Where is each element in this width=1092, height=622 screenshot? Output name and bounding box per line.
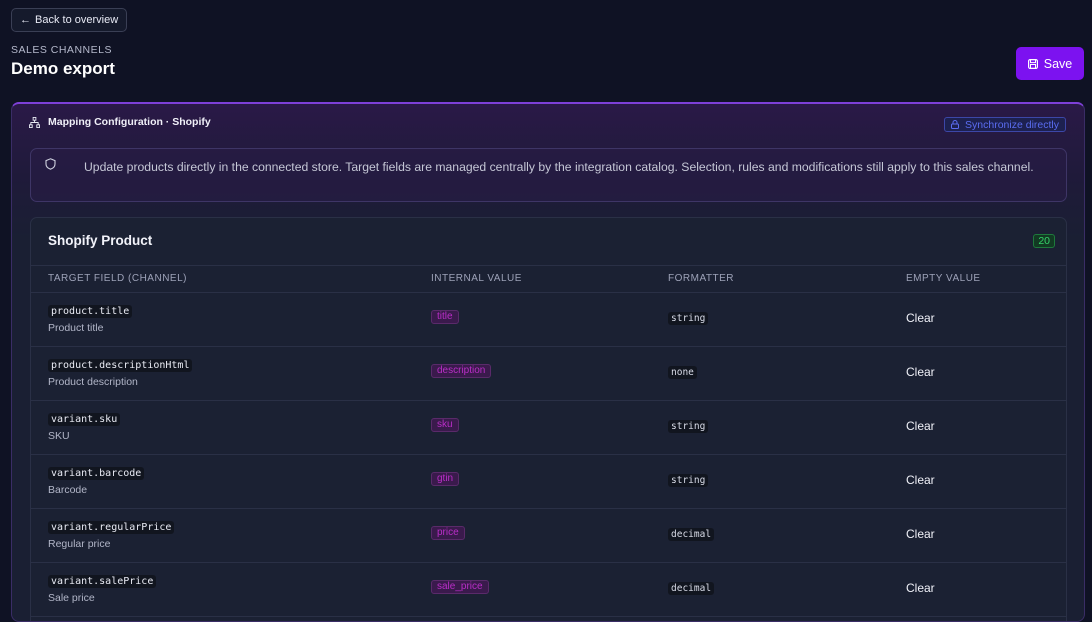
internal-value-tag[interactable]: gtin — [431, 472, 460, 486]
table-row[interactable]: variant.sku SKU sku string Clear — [31, 401, 1066, 455]
table-row[interactable]: product.descriptionHtml Product descript… — [31, 347, 1066, 401]
internal-value-tag[interactable]: sale_price — [431, 580, 489, 594]
target-field-code: product.title — [48, 305, 133, 318]
internal-value-tag[interactable]: sku — [431, 418, 459, 432]
table-row[interactable]: variant.regularPrice Regular price price… — [31, 509, 1066, 563]
formatter-value[interactable]: decimal — [668, 582, 715, 595]
target-field-label: SKU — [48, 430, 70, 442]
save-button-label: Save — [1043, 56, 1073, 71]
shopify-product-card: Shopify Product 20 TARGET FIELD (CHANNEL… — [30, 217, 1067, 621]
save-icon — [1027, 58, 1038, 69]
table-row[interactable]: product.title Product title title string… — [31, 293, 1066, 347]
internal-value-tag[interactable]: price — [431, 526, 465, 540]
column-header-formatter: FORMATTER — [668, 273, 734, 284]
empty-value[interactable]: Clear — [906, 581, 935, 595]
column-header-empty-value: EMPTY VALUE — [906, 273, 981, 284]
lock-icon — [951, 120, 960, 129]
formatter-value[interactable]: string — [668, 420, 709, 433]
target-field-label: Product title — [48, 322, 104, 334]
formatter-value[interactable]: decimal — [668, 528, 715, 541]
sitemap-icon — [29, 116, 40, 128]
field-count-badge: 20 — [1033, 234, 1055, 248]
target-field-label: Product description — [48, 376, 138, 388]
save-button[interactable]: Save — [1016, 47, 1084, 80]
empty-value[interactable]: Clear — [906, 311, 935, 325]
back-button-label: Back to overview — [35, 14, 119, 26]
empty-value[interactable]: Clear — [906, 365, 935, 379]
formatter-value[interactable]: none — [668, 366, 697, 379]
target-field-code: variant.regularPrice — [48, 521, 175, 534]
table-header: TARGET FIELD (CHANNEL) INTERNAL VALUE FO… — [31, 265, 1066, 293]
internal-value-tag[interactable]: title — [431, 310, 459, 324]
target-field-code: product.descriptionHtml — [48, 359, 193, 372]
card-title: Shopify Product — [48, 233, 153, 248]
target-field-label: Sale price — [48, 592, 95, 604]
arrow-left-icon: ← — [20, 14, 31, 26]
shield-icon — [45, 158, 56, 170]
page-title: Demo export — [11, 59, 115, 78]
target-field-code: variant.salePrice — [48, 575, 157, 588]
empty-value[interactable]: Clear — [906, 419, 935, 433]
empty-value[interactable]: Clear — [906, 527, 935, 541]
internal-value-tag[interactable]: description — [431, 364, 492, 378]
empty-value[interactable]: Clear — [906, 473, 935, 487]
page-subtitle: SALES CHANNELS — [11, 44, 112, 56]
table-row[interactable]: variant.barcode Barcode gtin string Clea… — [31, 455, 1066, 509]
panel-title: Mapping Configuration · Shopify — [48, 116, 211, 128]
target-field-label: Regular price — [48, 538, 111, 550]
formatter-value[interactable]: string — [668, 312, 709, 325]
target-field-code: variant.barcode — [48, 467, 145, 480]
back-to-overview-button[interactable]: ← Back to overview — [11, 8, 128, 32]
notice-text: Update products directly in the connecte… — [84, 160, 1034, 174]
target-field-code: variant.sku — [48, 413, 121, 426]
column-header-internal-value: INTERNAL VALUE — [431, 273, 522, 284]
column-header-target-field: TARGET FIELD (CHANNEL) — [48, 273, 187, 284]
synchronize-directly-badge: Synchronize directly — [944, 117, 1066, 132]
panel-header: Mapping Configuration · Shopify — [29, 116, 211, 128]
target-field-label: Barcode — [48, 484, 88, 496]
sync-label: Synchronize directly — [965, 118, 1059, 131]
table-row[interactable]: variant.salePrice Sale price sale_price … — [31, 563, 1066, 617]
mapping-configuration-panel: Mapping Configuration · Shopify Synchron… — [11, 102, 1085, 622]
formatter-value[interactable]: string — [668, 474, 709, 487]
info-notice: Update products directly in the connecte… — [30, 148, 1067, 202]
